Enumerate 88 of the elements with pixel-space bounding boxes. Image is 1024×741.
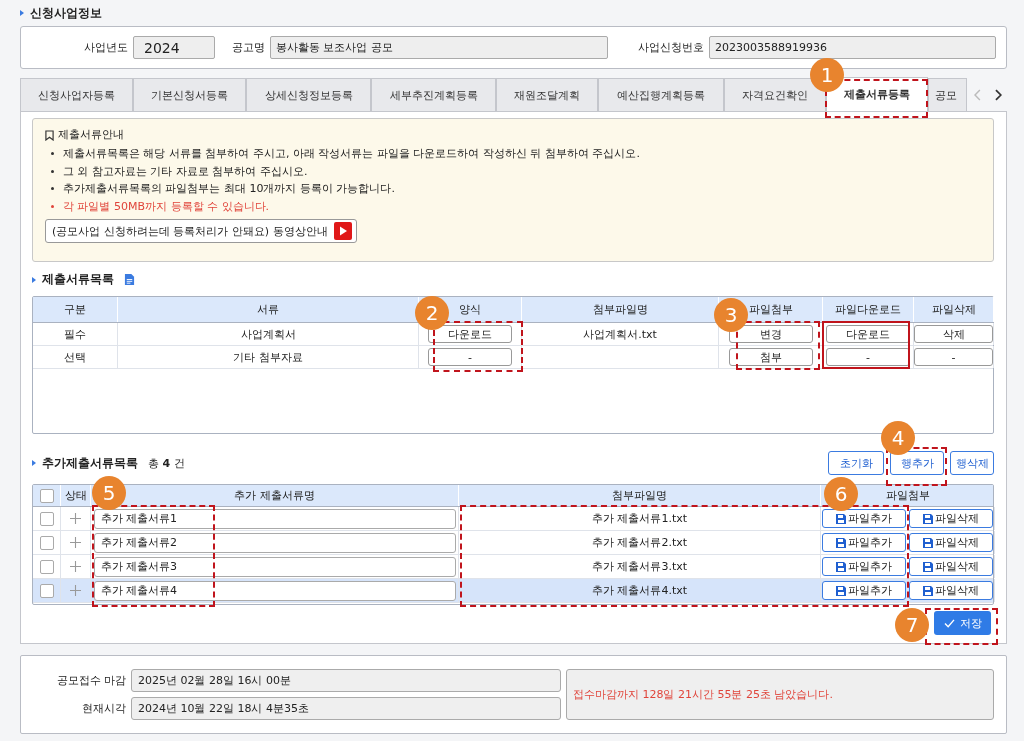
download-button[interactable]: - (826, 348, 910, 366)
plus-icon (70, 537, 81, 548)
tab[interactable]: 재원조달계획 (496, 78, 599, 111)
attach-button[interactable]: 첨부 (728, 348, 813, 366)
section-title: 제출서류목록 (42, 272, 114, 287)
bullet-icon (51, 204, 54, 208)
delete-file-button[interactable]: 파일삭제 (909, 557, 993, 576)
table-cell: 필수 (33, 323, 118, 345)
toolbar-button[interactable]: 초기화 (828, 451, 884, 475)
tab[interactable]: 신청사업자등록 (20, 78, 133, 111)
toolbar-button[interactable]: 행삭제 (950, 451, 994, 475)
section-title: 추가제출서류목록 (42, 455, 138, 471)
field-label: 공고명 (231, 40, 266, 55)
field-label: 현재시각 (81, 701, 127, 716)
tab[interactable]: 상세신청정보등록 (245, 78, 372, 111)
chevron-left-icon[interactable] (974, 89, 983, 101)
deadline-field[interactable]: 2025년 02월 28일 16시 00분 (131, 669, 561, 692)
chevron-right-icon[interactable] (994, 89, 1002, 101)
bullet-icon (20, 10, 24, 16)
input-field[interactable]: 추가 제출서류4 (93, 580, 456, 601)
delete-file-button[interactable]: 파일삭제 (909, 509, 993, 528)
delete-file-button[interactable]: 파일삭제 (909, 581, 993, 600)
column-header: 파일다운로드 (823, 297, 914, 322)
input-field[interactable]: 추가 제출서류2 (93, 532, 456, 553)
remaining-time-message: 접수마감까지 128일 21시간 55분 25초 남았습니다. (566, 669, 994, 720)
bullet-icon (51, 169, 54, 173)
column-header: 구분 (33, 297, 118, 322)
delete-button[interactable]: - (914, 348, 993, 366)
toolbar-button[interactable]: 행추가 (890, 451, 944, 475)
section-title: 신청사업정보 (30, 5, 102, 21)
plus-icon (70, 585, 81, 596)
delete-file-button[interactable]: 파일삭제 (909, 533, 993, 552)
add-file-button[interactable]: 파일추가 (822, 557, 906, 576)
table-cell: 기타 첨부자료 (118, 346, 419, 368)
plus-icon (70, 513, 81, 524)
guide-title: 제출서류안내 (58, 127, 124, 143)
checkbox[interactable] (39, 488, 54, 503)
field-label: 사업신청번호 (637, 40, 705, 55)
row-count: 총 4 건 (148, 455, 185, 471)
form-download-button[interactable]: 다운로드 (428, 325, 512, 343)
checkbox[interactable] (39, 583, 54, 598)
attach-button[interactable]: 변경 (728, 325, 813, 343)
bullet-icon (51, 152, 54, 156)
plus-icon (70, 561, 81, 572)
bookmark-icon (45, 129, 54, 141)
checkbox[interactable] (39, 511, 54, 526)
play-icon (333, 222, 352, 240)
bullet-icon (32, 460, 36, 466)
table-cell: 사업계획서.txt (583, 326, 657, 342)
table-cell: 추가 제출서류3.txt (459, 555, 821, 578)
table-cell: 선택 (33, 346, 118, 368)
check-icon (943, 618, 955, 628)
input-field[interactable]: 추가 제출서류1 (93, 508, 456, 529)
table-cell: 추가 제출서류1.txt (459, 507, 821, 530)
guide-text: 각 파일별 50MB까지 등록할 수 있습니다. (63, 198, 269, 215)
guide-text: 추가제출서류목록의 파일첨부는 최대 10개까지 등록이 가능합니다. (63, 181, 395, 197)
guide-text: 제출서류목록은 해당 서류를 첨부하여 주시고, 아래 작성서류는 파일을 다운로드하여 작성하신 뒤 첨부하여 주십시오. (63, 146, 640, 162)
download-button[interactable]: 다운로드 (826, 325, 910, 343)
tab[interactable]: 공모 (927, 78, 968, 111)
form-download-button[interactable]: - (428, 348, 512, 366)
checkbox[interactable] (39, 535, 54, 550)
add-file-button[interactable]: 파일추가 (822, 581, 906, 600)
field-label: 공모접수 마감 (55, 673, 127, 688)
input-field[interactable]: 추가 제출서류3 (93, 556, 456, 577)
bullet-icon (51, 187, 54, 191)
video-guide-button[interactable]: (공모사업 신청하려는데 등록처리가 안돼요) 동영상안내 (45, 219, 357, 243)
table-cell: 사업계획서 (118, 323, 419, 345)
number-field[interactable]: 2023003588919936 (709, 36, 996, 59)
current-time-field[interactable]: 2024년 10월 22일 18시 4분35초 (131, 697, 561, 720)
delete-button[interactable]: 삭제 (914, 325, 993, 343)
add-file-button[interactable]: 파일추가 (822, 509, 906, 528)
save-button[interactable]: 저장 (934, 611, 991, 635)
tab[interactable]: 예산집행계획등록 (598, 78, 724, 111)
column-header: 파일삭제 (914, 297, 994, 322)
tab[interactable]: 기본신청서등록 (132, 78, 246, 111)
add-file-button[interactable]: 파일추가 (822, 533, 906, 552)
column-header: 상태 (61, 485, 91, 506)
table-cell: 추가 제출서류4.txt (459, 579, 821, 602)
document-icon[interactable] (124, 273, 135, 286)
bullet-icon (32, 276, 36, 283)
table-cell: 추가 제출서류2.txt (459, 531, 821, 554)
column-header: 첨부파일명 (459, 485, 821, 506)
year-field[interactable]: 2024 (133, 36, 215, 59)
field-label: 사업년도 (83, 40, 129, 55)
tab[interactable]: 세부추진계획등록 (371, 78, 497, 111)
notice-field[interactable]: 봉사활동 보조사업 공모 (270, 36, 608, 59)
guide-text: 그 외 참고자료는 기타 자료로 첨부하여 주십시오. (63, 163, 308, 180)
checkbox[interactable] (39, 559, 54, 574)
